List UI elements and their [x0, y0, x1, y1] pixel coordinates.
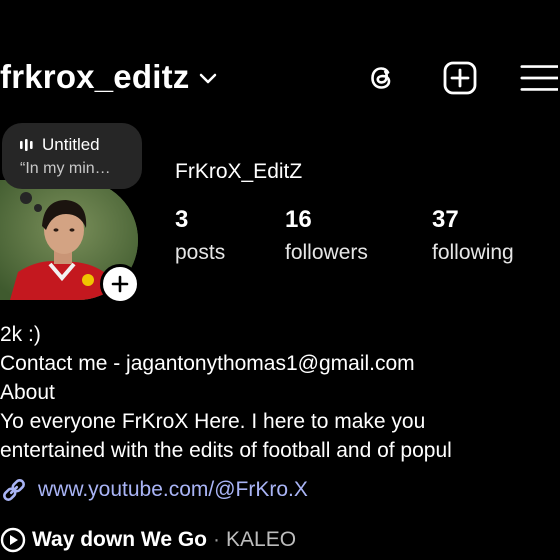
username-title: frkrox_editz — [0, 58, 190, 95]
audio-bars-icon — [20, 139, 33, 151]
posts-label: posts — [175, 241, 226, 264]
stat-followers[interactable]: 16 followers — [285, 204, 368, 268]
followers-count: 16 — [285, 206, 312, 233]
stat-posts[interactable]: 3 posts — [175, 204, 225, 268]
profile-link[interactable]: www.youtube.com/@FrKro.X — [0, 474, 308, 506]
bio-line: 2k :) — [0, 323, 41, 346]
stat-following[interactable]: 37 following — [432, 204, 514, 268]
music-separator: · — [213, 528, 221, 551]
note-bubble[interactable]: Untitled “In my min… — [2, 123, 142, 189]
create-post-button[interactable] — [440, 58, 480, 98]
posts-count: 3 — [175, 206, 189, 233]
note-title: Untitled — [42, 135, 100, 154]
chevron-down-icon — [200, 73, 217, 84]
plus-icon — [111, 275, 129, 293]
menu-icon — [520, 65, 558, 91]
bio-line: About — [0, 381, 55, 404]
followers-label: followers — [285, 241, 368, 264]
play-icon — [0, 527, 26, 553]
display-name: FrKroX_EditZ — [175, 160, 303, 183]
create-post-icon — [443, 61, 477, 95]
following-label: following — [432, 241, 514, 264]
note-title-row: Untitled — [20, 135, 128, 155]
threads-button[interactable] — [362, 58, 402, 98]
profile-music[interactable]: Way down We Go · KALEO — [0, 524, 296, 556]
link-icon — [3, 479, 25, 501]
note-bubble-tail-small — [34, 204, 42, 212]
link-url: www.youtube.com/@FrKro.X — [38, 478, 308, 501]
bio: 2k :) Contact me - jagantonythomas1@gmai… — [0, 320, 560, 465]
menu-button[interactable] — [518, 58, 558, 98]
bio-line: entertained with the edits of football a… — [0, 439, 452, 462]
following-count: 37 — [432, 206, 459, 233]
song-title: Way down We Go — [32, 528, 208, 551]
bio-line: Contact me - jagantonythomas1@gmail.com — [0, 352, 415, 375]
add-story-button[interactable] — [100, 264, 140, 304]
note-text: “In my min… — [20, 160, 111, 177]
note-bubble-tail — [20, 192, 32, 204]
profile-header: frkrox_editz — [0, 52, 560, 102]
song-artist: KALEO — [226, 528, 297, 551]
bio-line: Yo everyone FrKroX Here. I here to make … — [0, 410, 426, 433]
threads-icon — [371, 67, 391, 89]
account-switcher[interactable]: frkrox_editz — [0, 52, 217, 102]
